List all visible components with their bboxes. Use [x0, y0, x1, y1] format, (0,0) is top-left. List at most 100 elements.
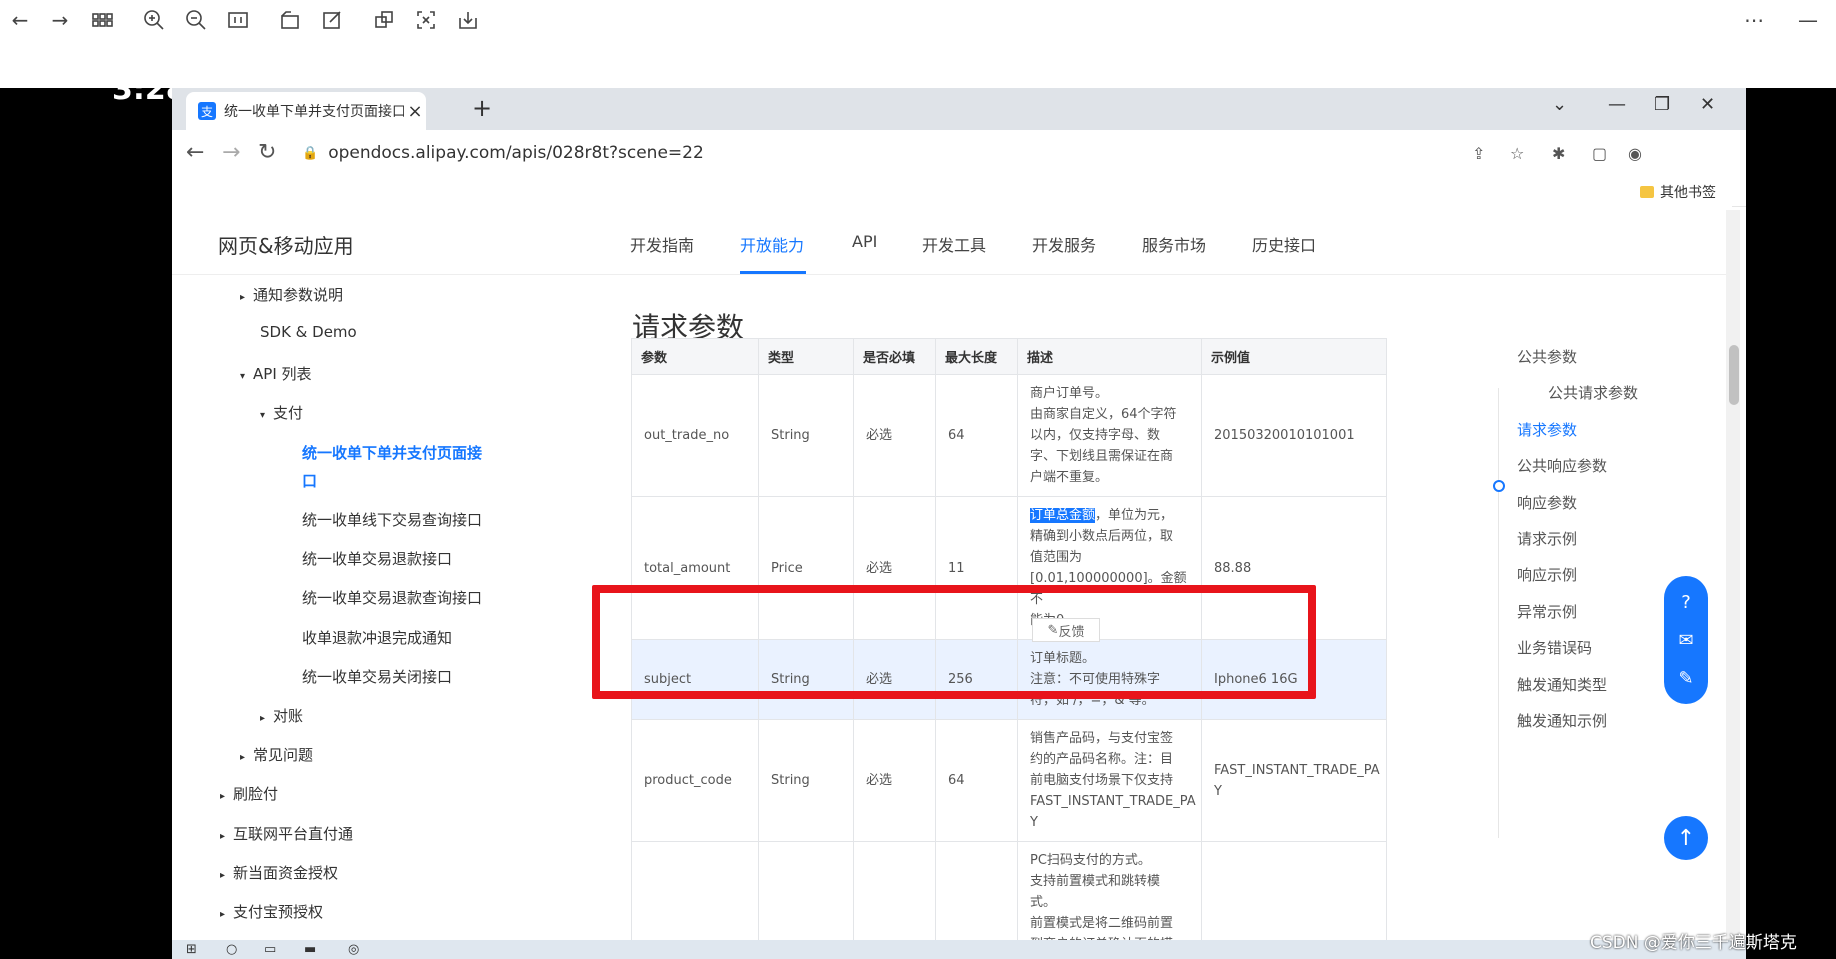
- sidebar-item-api-list[interactable]: ▾ API 列表: [240, 363, 312, 384]
- toc-item-notify-types[interactable]: 触发通知类型: [1517, 674, 1607, 695]
- copy-image-icon[interactable]: [370, 6, 398, 34]
- reload-icon[interactable]: ↻: [258, 140, 276, 165]
- other-bookmarks[interactable]: 其他书签: [1640, 182, 1716, 202]
- caret-right-icon: ▸: [220, 831, 226, 842]
- fit-window-icon[interactable]: [224, 6, 252, 34]
- toc-item-common-response-params[interactable]: 公共响应参数: [1517, 455, 1607, 476]
- grid-view-icon[interactable]: [88, 6, 116, 34]
- sidebar-item-label: 支付宝预授权: [233, 903, 324, 921]
- forward-arrow-icon[interactable]: →: [46, 6, 74, 34]
- param-type: [758, 841, 854, 943]
- window-close-icon[interactable]: ✕: [1700, 94, 1715, 115]
- tab-search-icon[interactable]: ⌄: [1552, 94, 1567, 115]
- toc-rail: [1498, 388, 1499, 838]
- toc-item-common-params[interactable]: 公共参数: [1517, 346, 1577, 367]
- sidebar-item-notify-params[interactable]: ▸ 通知参数说明: [240, 284, 343, 305]
- sidebar-item-face-pay[interactable]: ▸ 刷脸付: [220, 783, 278, 804]
- table-row: product_code String 必选 64 销售产品码，与支付宝签 约的…: [631, 719, 1387, 842]
- nav-api[interactable]: API: [852, 232, 877, 251]
- sidebar-item-refund-query[interactable]: 统一收单交易退款查询接口: [302, 587, 482, 608]
- extensions-icon[interactable]: ✱: [1552, 144, 1570, 163]
- toc-item-error-example[interactable]: 异常示例: [1517, 601, 1577, 622]
- sidebar-item-page-pay-api-cont[interactable]: 口: [302, 470, 317, 491]
- param-example: [1201, 841, 1387, 943]
- address-row: ← → ↻ 🔒 opendocs.alipay.com/apis/028r8t?…: [172, 130, 1746, 176]
- nav-dev-tools[interactable]: 开发工具: [922, 232, 986, 256]
- back-to-top-icon[interactable]: ↑: [1664, 816, 1708, 860]
- sidebar-item-label: 统一收单线下交易查询接口: [302, 511, 483, 529]
- toc-item-response-example[interactable]: 响应示例: [1517, 564, 1577, 585]
- window-minimize-icon[interactable]: —: [1608, 94, 1626, 115]
- sidebar-item-close-trade[interactable]: 统一收单交易关闭接口: [302, 666, 452, 687]
- more-options-icon[interactable]: ⋯: [1740, 6, 1768, 34]
- toc-item-notify-example[interactable]: 触发通知示例: [1517, 710, 1607, 731]
- sidebar-item-label: 新当面资金授权: [233, 864, 339, 882]
- sidebar-item-offline-query[interactable]: 统一收单线下交易查询接口: [302, 509, 482, 530]
- help-question-icon[interactable]: ?: [1674, 590, 1698, 614]
- toc-item-error-codes[interactable]: 业务错误码: [1517, 637, 1592, 658]
- sidebar-item-sdk-demo[interactable]: SDK & Demo: [260, 323, 357, 341]
- nav-active-underline: [740, 271, 806, 274]
- sidebar-item-refund-notify[interactable]: 收单退款冲退完成通知: [302, 627, 452, 648]
- new-tab-icon[interactable]: +: [472, 94, 492, 122]
- minimize-icon[interactable]: —: [1794, 6, 1822, 34]
- sidebar-item-reconcile[interactable]: ▸ 对账: [260, 705, 303, 726]
- zoom-out-icon[interactable]: [182, 6, 210, 34]
- zoom-in-icon[interactable]: [140, 6, 168, 34]
- sidepanel-icon[interactable]: ▢: [1592, 144, 1610, 163]
- share-icon[interactable]: ⇪: [1472, 144, 1490, 163]
- nav-dev-guide[interactable]: 开发指南: [630, 232, 694, 256]
- csdn-watermark: CSDN @爱你三千遍斯塔克: [1590, 933, 1797, 953]
- browser-forward-icon[interactable]: →: [222, 140, 240, 165]
- chat-icon[interactable]: ✉: [1674, 628, 1698, 652]
- site-title[interactable]: 网页&移动应用: [218, 230, 354, 259]
- other-bookmarks-label: 其他书签: [1660, 185, 1716, 201]
- col-header-required: 是否必填: [853, 338, 936, 375]
- browser-tab[interactable]: 支 统一收单下单并支付页面接口 - 支付 ×: [186, 92, 426, 130]
- download-icon[interactable]: [454, 6, 482, 34]
- tab-strip: 支 统一收单下单并支付页面接口 - 支付 × + ⌄ — ❐ ✕: [172, 88, 1746, 130]
- search-icon[interactable]: ○: [226, 942, 240, 957]
- file-explorer-icon[interactable]: ▬: [304, 942, 318, 957]
- task-view-icon[interactable]: ▭: [264, 942, 278, 957]
- nav-dev-services[interactable]: 开发服务: [1032, 232, 1096, 256]
- col-header-max-length: 最大长度: [935, 338, 1018, 375]
- sidebar-item-pay[interactable]: ▾ 支付: [260, 402, 303, 423]
- back-arrow-icon[interactable]: ←: [6, 6, 34, 34]
- nav-open-capability[interactable]: 开放能力: [740, 232, 804, 256]
- window-restore-icon[interactable]: ❐: [1654, 94, 1670, 115]
- sidebar-item-label: SDK & Demo: [260, 323, 357, 341]
- edit-icon[interactable]: [318, 6, 346, 34]
- sidebar-item-refund[interactable]: 统一收单交易退款接口: [302, 548, 452, 569]
- page-scrollbar[interactable]: [1726, 210, 1740, 940]
- annotation-red-box: [592, 585, 1316, 699]
- sidebar-item-page-pay-api[interactable]: 统一收单下单并支付页面接: [302, 442, 482, 463]
- nav-service-market[interactable]: 服务市场: [1142, 232, 1206, 256]
- toc-item-common-request-params[interactable]: 公共请求参数: [1548, 382, 1638, 403]
- toc-item-response-params[interactable]: 响应参数: [1517, 492, 1577, 513]
- col-header-example: 示例值: [1201, 338, 1387, 375]
- param-max-length: [935, 841, 1018, 943]
- screenshot-text-icon[interactable]: [412, 6, 440, 34]
- close-tab-icon[interactable]: ×: [404, 101, 426, 122]
- windows-start-icon[interactable]: ⊞: [186, 942, 200, 957]
- nav-history-api[interactable]: 历史接口: [1252, 232, 1316, 256]
- sidebar-item-faq[interactable]: ▸ 常见问题: [240, 744, 313, 765]
- rotate-icon[interactable]: [276, 6, 304, 34]
- sidebar-item-fund-auth[interactable]: ▸ 新当面资金授权: [220, 862, 338, 883]
- sidebar-item-label: 刷脸付: [233, 785, 279, 803]
- scrollbar-thumb[interactable]: [1729, 345, 1739, 405]
- chrome-icon[interactable]: ◎: [348, 942, 362, 957]
- caret-right-icon: ▸: [260, 713, 266, 724]
- browser-back-icon[interactable]: ←: [186, 140, 204, 165]
- feedback-mail-icon[interactable]: ✎: [1674, 666, 1698, 690]
- toc-item-request-example[interactable]: 请求示例: [1517, 528, 1577, 549]
- bookmark-star-icon[interactable]: ☆: [1510, 144, 1528, 163]
- account-icon[interactable]: ◉: [1628, 144, 1646, 163]
- sidebar-item-label: 收单退款冲退完成通知: [302, 629, 453, 647]
- sidebar-item-platform-direct[interactable]: ▸ 互联网平台直付通: [220, 823, 353, 844]
- sidebar-item-pre-auth[interactable]: ▸ 支付宝预授权: [220, 901, 323, 922]
- toc-item-request-params[interactable]: 请求参数: [1517, 419, 1577, 440]
- address-bar[interactable]: 🔒 opendocs.alipay.com/apis/028r8t?scene=…: [302, 136, 1402, 170]
- caret-right-icon: ▸: [220, 870, 226, 881]
